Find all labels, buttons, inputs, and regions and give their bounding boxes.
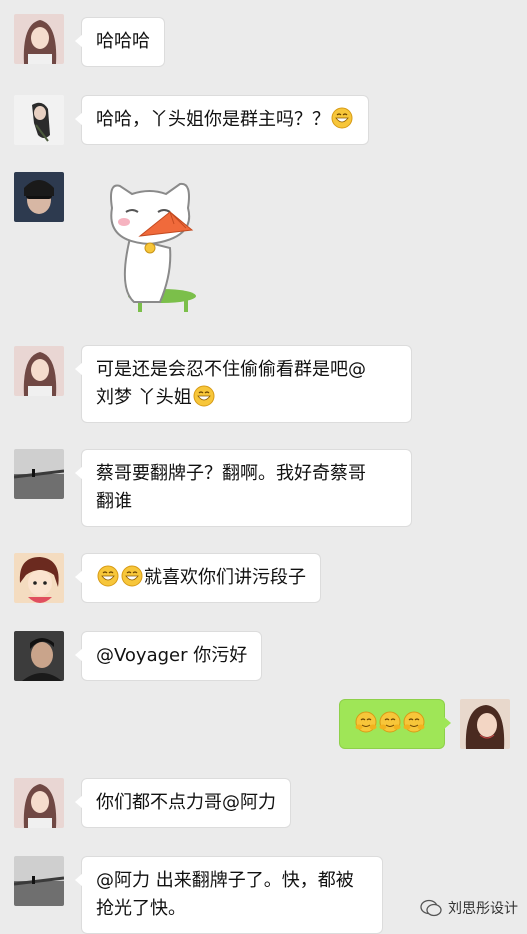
avatar[interactable] — [14, 553, 64, 603]
message-bubble[interactable]: 哈哈哈 — [75, 18, 164, 66]
avatar[interactable] — [14, 449, 64, 499]
grin-emoji-icon — [97, 565, 119, 587]
avatar[interactable] — [14, 95, 64, 145]
message-text-line: @阿力 出来翻牌子了。快，都被 — [96, 870, 354, 891]
message-text-line: 翻谁 — [96, 491, 132, 512]
grin-emoji-icon — [121, 565, 143, 587]
avatar[interactable] — [14, 172, 64, 222]
message-text-line: 抢光了快。 — [96, 898, 186, 919]
message-bubble[interactable]: 哈哈，丫头姐你是群主吗？？ — [75, 96, 368, 144]
message-bubble[interactable]: 你们都不点力哥@阿力 — [75, 779, 290, 827]
avatar[interactable] — [14, 14, 64, 64]
message-text-line: 蔡哥要翻牌子？翻啊。我好奇蔡哥 — [96, 463, 366, 484]
avatar[interactable] — [14, 856, 64, 906]
hug-emoji-icon — [355, 711, 377, 733]
hug-emoji-icon — [379, 711, 401, 733]
avatar[interactable] — [14, 631, 64, 681]
message-text: 就喜欢你们讲污段子 — [144, 567, 306, 588]
avatar[interactable] — [14, 346, 64, 396]
chat-area: 哈哈哈 哈哈，丫头姐你是群主吗？？ 可是还是会忍不住偷偷看群是吧@ 刘梦 丫头姐 — [0, 0, 527, 934]
hug-emoji-icon — [403, 711, 425, 733]
message-bubble[interactable]: @Voyager 你污好 — [74, 632, 262, 680]
message-text-line: 可是还是会忍不住偷偷看群是吧@ — [96, 359, 366, 380]
message-bubble[interactable]: 蔡哥要翻牌子？翻啊。我好奇蔡哥 翻谁 — [75, 450, 411, 526]
avatar[interactable] — [14, 778, 64, 828]
message-text-line: 刘梦 丫头姐 — [96, 387, 192, 408]
message-bubble-outgoing[interactable] — [340, 700, 451, 748]
message-bubble[interactable]: @阿力 出来翻牌子了。快，都被 抢光了快。 — [75, 857, 382, 933]
message-text: 哈哈哈 — [96, 31, 150, 52]
wechat-icon — [420, 899, 442, 917]
message-text: @Voyager 你污好 — [96, 645, 248, 666]
avatar-self[interactable] — [460, 699, 510, 749]
cat-fan-sticker[interactable] — [100, 178, 210, 318]
grin-emoji-icon — [331, 107, 353, 129]
message-bubble[interactable]: 就喜欢你们讲污段子 — [75, 554, 320, 602]
message-text: 哈哈，丫头姐你是群主吗？？ — [96, 109, 330, 130]
grin-emoji-icon — [193, 385, 215, 407]
watermark: 刘思彤设计 — [420, 898, 518, 918]
message-bubble[interactable]: 可是还是会忍不住偷偷看群是吧@ 刘梦 丫头姐 — [75, 346, 411, 422]
message-text: 你们都不点力哥@阿力 — [96, 792, 276, 813]
watermark-text: 刘思彤设计 — [448, 901, 518, 917]
